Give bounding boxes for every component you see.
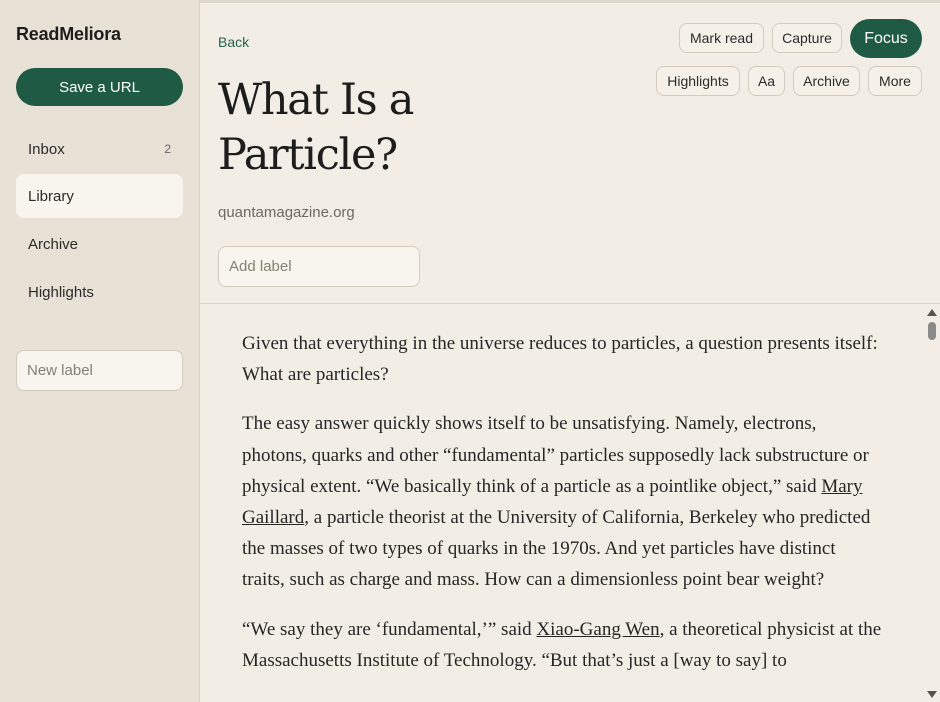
article-source: quantamagazine.org bbox=[218, 204, 355, 221]
sidebar-item-library[interactable]: Library bbox=[16, 174, 183, 218]
sidebar-item-highlights[interactable]: Highlights bbox=[16, 270, 183, 314]
scrollbar-thumb[interactable] bbox=[928, 322, 936, 340]
more-button[interactable]: More bbox=[868, 66, 922, 96]
font-size-button[interactable]: Aa bbox=[748, 66, 785, 96]
highlights-button[interactable]: Highlights bbox=[656, 66, 740, 96]
article-paragraph: The easy answer quickly shows itself to … bbox=[242, 408, 882, 595]
article-title: What Is a Particle? bbox=[218, 75, 414, 180]
reader-header: Back What Is a Particle? quantamagazine.… bbox=[200, 3, 940, 303]
sidebar-item-label: Archive bbox=[28, 235, 79, 253]
add-label-input[interactable] bbox=[218, 246, 420, 287]
back-link[interactable]: Back bbox=[218, 34, 249, 50]
sidebar: ReadMeliora Save a URL Inbox 2 Library A… bbox=[0, 0, 200, 702]
sidebar-item-label: Library bbox=[28, 187, 74, 205]
mark-read-button[interactable]: Mark read bbox=[679, 23, 764, 53]
sidebar-item-archive[interactable]: Archive bbox=[16, 222, 183, 266]
article-paragraph: “We say they are ‘fundamental,’” said Xi… bbox=[242, 614, 882, 676]
article-paragraph: Given that everything in the universe re… bbox=[242, 333, 878, 386]
archive-button[interactable]: Archive bbox=[793, 66, 860, 96]
author-link-wen[interactable]: Xiao-Gang Wen bbox=[536, 619, 659, 640]
sidebar-item-inbox[interactable]: Inbox 2 bbox=[16, 127, 183, 171]
save-url-button[interactable]: Save a URL bbox=[16, 68, 183, 106]
capture-button[interactable]: Capture bbox=[772, 23, 842, 53]
new-label-input[interactable] bbox=[16, 350, 183, 391]
article-body: Given that everything in the universe re… bbox=[200, 304, 924, 702]
article-scrollbar[interactable] bbox=[924, 304, 940, 702]
scroll-up-arrow-icon[interactable] bbox=[927, 309, 937, 316]
focus-button[interactable]: Focus bbox=[850, 19, 922, 58]
paragraph-text: “We say they are ‘fundamental,’” said bbox=[242, 618, 537, 640]
sidebar-item-label: Inbox bbox=[28, 140, 65, 158]
scroll-down-arrow-icon[interactable] bbox=[927, 691, 937, 698]
inbox-count-badge: 2 bbox=[164, 142, 171, 156]
app-logo: ReadMeliora bbox=[16, 24, 121, 44]
sidebar-item-label: Highlights bbox=[28, 283, 94, 301]
paragraph-text: , a particle theorist at the University … bbox=[242, 507, 871, 591]
paragraph-text: The easy answer quickly shows itself to … bbox=[242, 413, 869, 497]
